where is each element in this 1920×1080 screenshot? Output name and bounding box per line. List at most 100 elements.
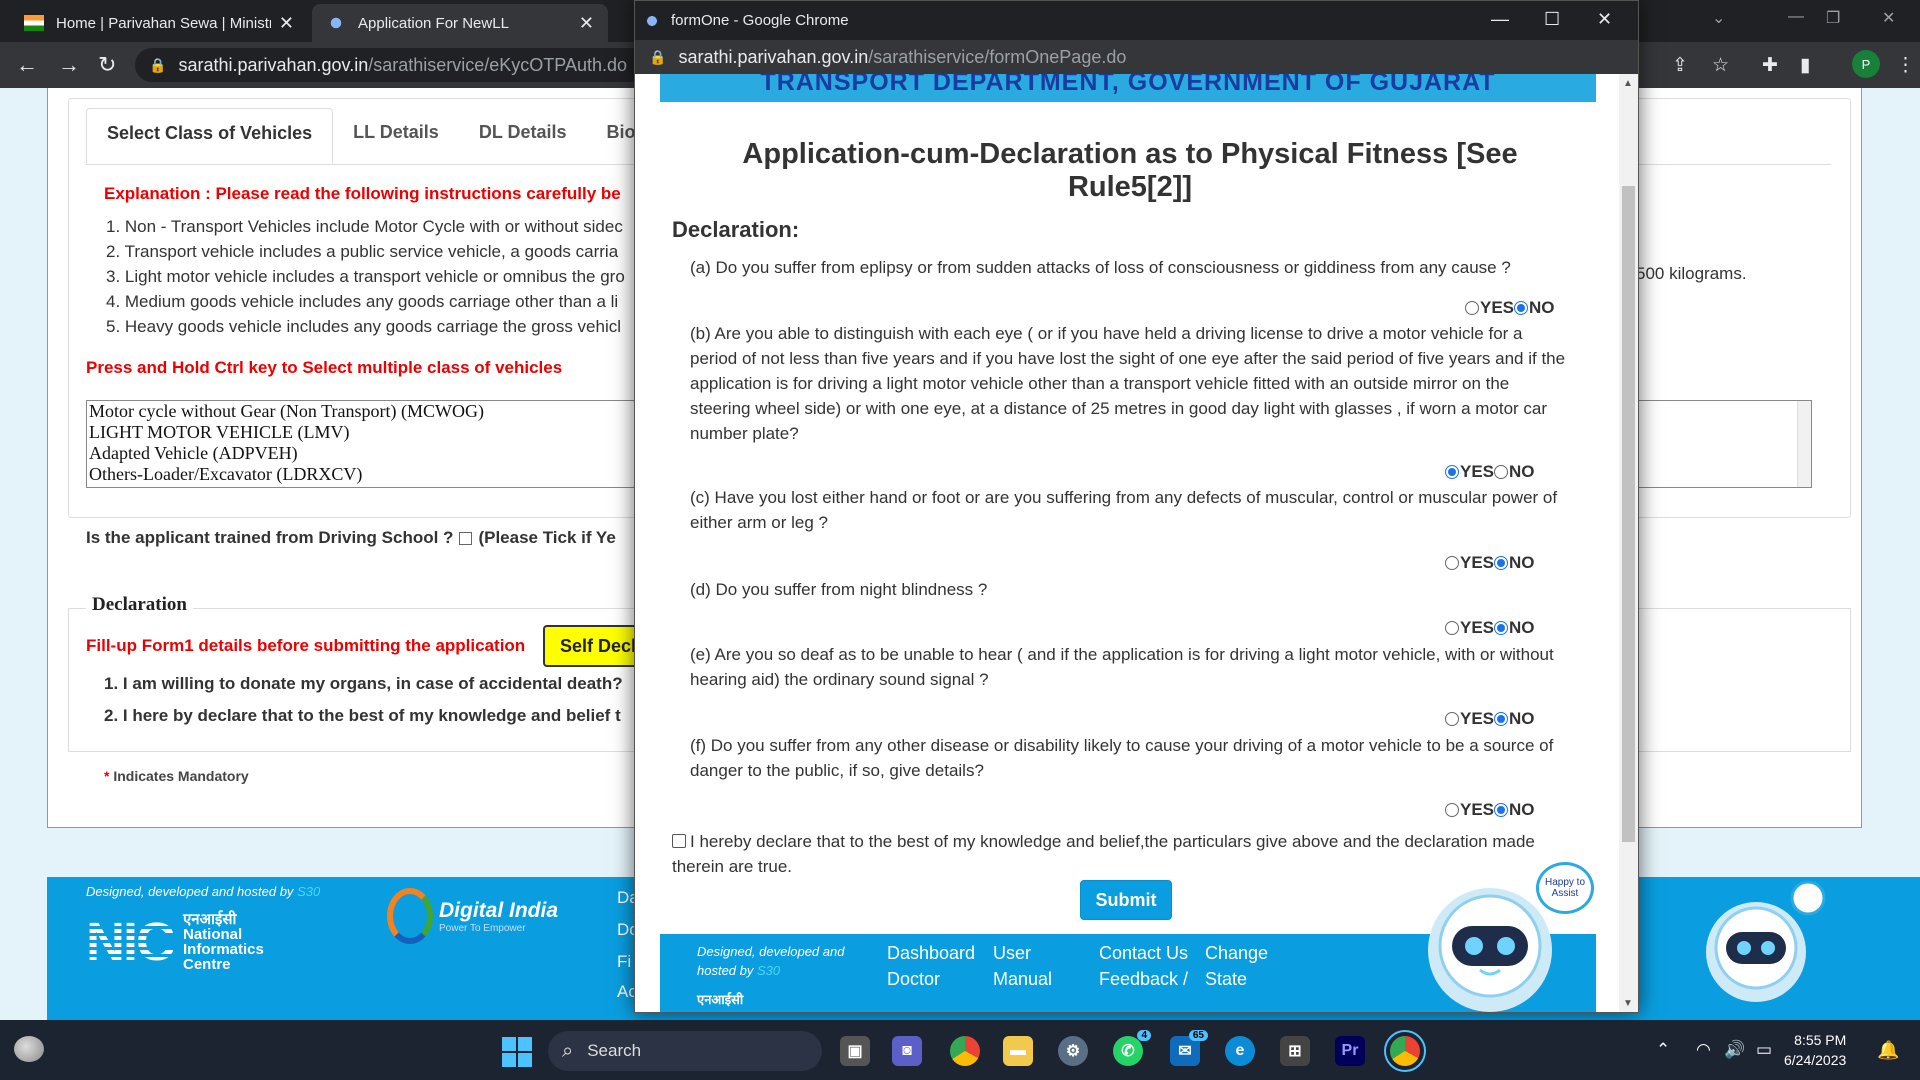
maximize-icon[interactable]: ☐ (1544, 9, 1560, 30)
final-declaration-checkbox[interactable] (672, 834, 686, 848)
scrollbar-thumb[interactable] (1622, 186, 1635, 842)
battery-icon[interactable]: ▭ (1756, 1040, 1772, 1060)
clock-time: 8:55 PM (1794, 1032, 1847, 1048)
radio-no[interactable] (1494, 803, 1509, 817)
tab-close-icon[interactable]: ✕ (579, 13, 594, 34)
search-icon: ⌕ (562, 1039, 574, 1062)
footer-link-user-manual[interactable]: User (993, 943, 1031, 964)
menu-kebab-icon[interactable]: ⋮ (1896, 54, 1915, 77)
minimize-icon[interactable]: — (1491, 9, 1509, 30)
footer-link-doctor[interactable]: Doctor (887, 969, 940, 990)
address-path: /sarathiservice/eKycOTPAuth.do (368, 54, 628, 75)
start-button[interactable] (502, 1037, 532, 1067)
forward-arrow-icon[interactable]: → (58, 52, 80, 78)
profile-avatar[interactable]: P (1852, 50, 1880, 78)
side-panel-icon[interactable]: ▮ (1800, 54, 1810, 77)
footer-link-change-state[interactable]: Change (1205, 943, 1268, 964)
edge-icon[interactable]: e (1225, 1036, 1255, 1066)
tab-ll-details[interactable]: LL Details (333, 108, 459, 164)
radio-yes[interactable] (1445, 465, 1459, 479)
close-window-icon[interactable]: ✕ (1597, 9, 1612, 30)
mail-icon[interactable]: ✉ 65 (1170, 1030, 1208, 1066)
share-icon[interactable]: ⇪ (1672, 54, 1688, 77)
yes-label: YES (1460, 618, 1495, 637)
no-label: NO (1509, 462, 1535, 481)
self-declaration-button[interactable]: Self Decl (543, 625, 643, 667)
taskbar-search[interactable]: ⌕ Search (548, 1031, 822, 1071)
driving-school-checkbox[interactable] (459, 531, 473, 545)
address-host: sarathi.parivahan.gov.in (678, 46, 869, 67)
weather-widget-icon[interactable] (14, 1036, 44, 1062)
show-hidden-icons-chevron-icon[interactable]: ⌃ (1656, 1040, 1670, 1060)
bookmark-star-icon[interactable]: ☆ (1712, 54, 1729, 77)
no-label: NO (1509, 800, 1535, 819)
popup-scrollbar[interactable]: ▲ ▼ (1619, 74, 1638, 1012)
tab-close-icon[interactable]: ✕ (279, 13, 294, 34)
assistant-robot-icon[interactable] (1690, 878, 1830, 1018)
answer-f: YES NO (1445, 800, 1535, 820)
system-clock[interactable]: 8:55 PM 6/24/2023 (1784, 1030, 1846, 1070)
notification-bell-icon[interactable]: 🔔 (1877, 1040, 1899, 1061)
nic-name-line: National (183, 926, 243, 943)
task-view-icon[interactable]: ▣ (840, 1036, 870, 1066)
wifi-icon[interactable]: ◠ (1696, 1040, 1711, 1060)
tab-dl-details[interactable]: DL Details (459, 108, 587, 164)
belief-declaration: 2. I here by declare that to the best of… (104, 706, 621, 725)
address-host: sarathi.parivahan.gov.in (178, 54, 369, 75)
whatsapp-icon[interactable]: ✆ 4 (1113, 1030, 1151, 1066)
tab-parivahan-home[interactable]: Home | Parivahan Sewa | Ministry ✕ (10, 4, 308, 42)
footer-link-feedback[interactable]: Feedback / (1099, 969, 1188, 990)
nic-name-line: Centre (183, 956, 231, 973)
taskbar-search-label: Search (587, 1041, 642, 1060)
premiere-pro-icon[interactable]: Pr (1335, 1036, 1365, 1066)
lock-icon: 🔒 (149, 56, 167, 73)
radio-yes[interactable] (1445, 712, 1459, 726)
radio-yes[interactable] (1445, 621, 1459, 635)
nic-mark-icon: NIC (86, 912, 175, 972)
footer-link-contact-us[interactable]: Contact Us (1099, 943, 1188, 964)
radio-no[interactable] (1514, 301, 1529, 315)
answer-a: YES NO (1465, 298, 1555, 318)
submit-button[interactable]: Submit (1080, 880, 1172, 920)
answer-c: YES NO (1445, 553, 1535, 573)
volume-icon[interactable]: 🔊 (1724, 1040, 1745, 1060)
assistant-speech-bubble[interactable]: Happy to Assist (1536, 862, 1594, 914)
file-explorer-icon[interactable]: ▬ (1003, 1036, 1033, 1066)
popup-title-bar: formOne - Google Chrome — ☐ ✕ (635, 1, 1638, 40)
extensions-puzzle-icon[interactable]: ✚ (1762, 54, 1778, 77)
question-e: (e) Are you so deaf as to be unable to h… (690, 645, 1554, 689)
nic-logo[interactable]: NIC एनआईसी National Informatics Centre (86, 912, 264, 972)
radio-no[interactable] (1494, 556, 1509, 570)
popup-address-bar[interactable]: 🔒 sarathi.parivahan.gov.in/sarathiservic… (635, 40, 1638, 74)
back-arrow-icon[interactable]: ← (16, 52, 38, 78)
radio-no[interactable] (1494, 621, 1509, 635)
digital-india-logo[interactable]: Digital India Power To Empower (387, 888, 558, 944)
teams-chat-icon[interactable]: ◙ (892, 1036, 922, 1066)
scroll-up-icon[interactable]: ▲ (1623, 78, 1633, 89)
mandatory-note: * Indicates Mandatory (104, 768, 249, 784)
reload-icon[interactable]: ↻ (98, 52, 116, 78)
footer-link-state[interactable]: State (1205, 969, 1247, 990)
footer-link-dashboard[interactable]: Dashboard (887, 943, 975, 964)
radio-yes[interactable] (1445, 556, 1459, 570)
radio-yes[interactable] (1445, 803, 1459, 817)
tab-select-class[interactable]: Select Class of Vehicles (86, 108, 334, 164)
tab-search-chevron-icon[interactable]: ⌄ (1712, 8, 1725, 28)
scroll-down-icon[interactable]: ▼ (1623, 998, 1633, 1009)
start-tile (502, 1053, 516, 1067)
tab-application-newll[interactable]: Application For NewLL ✕ (312, 4, 608, 42)
settings-gear-icon[interactable]: ⚙ (1058, 1036, 1088, 1066)
footer-link-manual[interactable]: Manual (993, 969, 1052, 990)
footer-link[interactable]: Fi (617, 952, 631, 972)
select-scrollbar[interactable] (1797, 401, 1811, 487)
fillup-notice: Fill-up Form1 details before submitting … (86, 636, 526, 655)
radio-no[interactable] (1494, 465, 1509, 479)
radio-yes[interactable] (1465, 301, 1479, 315)
chrome-profile-icon[interactable] (1384, 1030, 1426, 1072)
close-window-icon[interactable]: ✕ (1882, 8, 1895, 28)
minimize-icon[interactable]: — (1788, 8, 1804, 26)
chrome-icon[interactable] (950, 1036, 980, 1066)
radio-no[interactable] (1494, 712, 1509, 726)
microsoft-store-icon[interactable]: ⊞ (1280, 1036, 1310, 1066)
restore-icon[interactable]: ❐ (1826, 8, 1840, 28)
